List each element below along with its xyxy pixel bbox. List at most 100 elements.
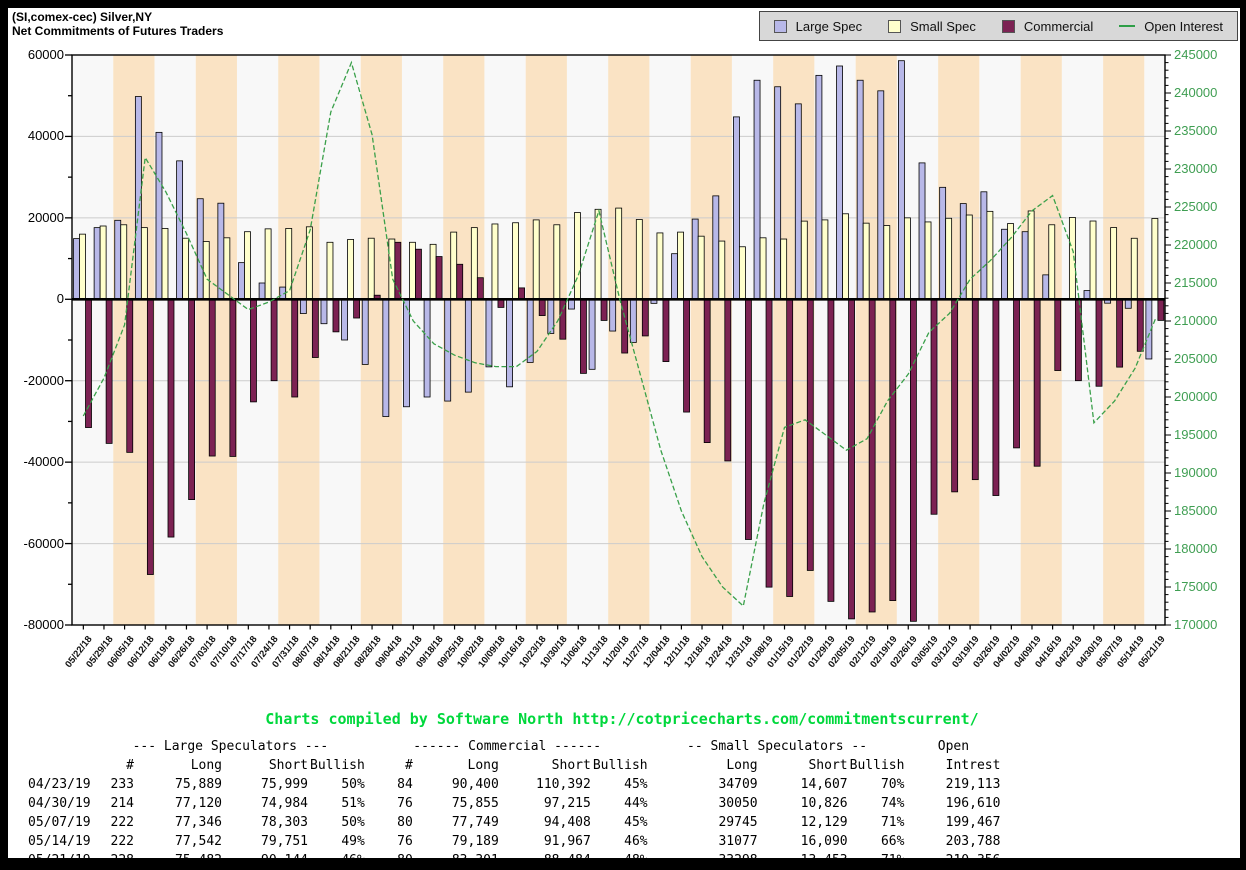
bar-commercial: [476, 277, 484, 300]
left-axis-label: -60000: [23, 535, 64, 551]
right-axis-label: 220000: [1174, 237, 1218, 252]
table-cell: ------ Commercial ------: [413, 739, 602, 754]
bar-commercial: [971, 298, 979, 481]
left-axis-label: 0: [56, 291, 64, 307]
bar-small-spec: [800, 220, 808, 300]
table-cell: 44%: [624, 796, 648, 811]
table-cell: 110,392: [536, 777, 591, 792]
bar-commercial: [1033, 298, 1041, 467]
bar-commercial: [703, 298, 711, 443]
table-cell: 97,215: [543, 796, 591, 811]
right-axis-label: 185000: [1174, 503, 1218, 518]
bar-commercial: [662, 298, 670, 362]
table-cell: 31077: [718, 834, 758, 849]
table-cell: Intrest: [945, 758, 1001, 773]
table-cell: Short: [808, 758, 848, 773]
table-cell: 05/21/19: [28, 853, 91, 868]
bar-large-spec: [939, 186, 947, 300]
bar-commercial: [1013, 298, 1020, 449]
bar-commercial: [786, 298, 794, 597]
left-axis-label: -40000: [23, 454, 64, 470]
bar-commercial: [146, 298, 154, 575]
bar-small-spec: [842, 213, 849, 300]
bar-large-spec: [1021, 231, 1029, 300]
table-row: 05/07/19 222 77,346 78,303 50% 80 77,749 94,408…: [28, 813, 1002, 832]
right-axis-label: 230000: [1174, 161, 1218, 176]
table-cell: 90,144: [261, 853, 308, 868]
table-cell: 88,484: [543, 853, 591, 868]
bar-small-spec: [120, 224, 128, 300]
table-cell: 222: [110, 834, 134, 849]
bar-small-spec: [594, 208, 602, 300]
table-cell: 91,967: [543, 834, 591, 849]
table-cell: 50%: [341, 777, 365, 792]
compiled-by-annotation: Charts compiled by Software North http:/…: [265, 710, 979, 728]
chart-svg: [65, 54, 1171, 630]
table-cell: [28, 737, 96, 756]
bar-small-spec: [697, 235, 705, 300]
table-cell: 14,607: [800, 777, 848, 792]
table-cell: 12,129: [800, 815, 848, 830]
bar-large-spec: [691, 218, 699, 300]
bar-commercial: [641, 298, 649, 337]
bar-commercial: [765, 298, 773, 588]
table-cell: 70%: [880, 777, 905, 792]
table-cell: 75,889: [175, 777, 222, 792]
bar-commercial: [580, 298, 587, 374]
bar-large-spec: [93, 227, 101, 300]
table-cell: Bullish: [849, 758, 905, 773]
bar-small-spec: [677, 231, 684, 300]
table-cell: Open: [937, 739, 970, 754]
table-cell: Short: [551, 758, 591, 773]
right-axis-label: 180000: [1174, 541, 1218, 556]
table-cell: #: [126, 758, 134, 773]
bar-commercial: [848, 298, 855, 620]
bar-large-spec: [423, 298, 431, 398]
table-cell: 46%: [624, 834, 648, 849]
bar-small-spec: [202, 241, 210, 300]
bar-commercial: [208, 298, 216, 457]
table-cell: Bullish: [592, 758, 648, 773]
right-axis-label: 240000: [1174, 85, 1218, 100]
bar-small-spec: [904, 217, 911, 300]
bar-commercial: [415, 248, 422, 300]
right-axis-label: 195000: [1174, 427, 1218, 442]
table-cell: 210,356: [945, 853, 1001, 868]
right-axis-label: 245000: [1174, 47, 1218, 62]
table-cell: 76: [397, 834, 413, 849]
table-cell: 77,749: [451, 815, 499, 830]
table-cell: 29745: [718, 815, 758, 830]
table-cell: 79,189: [451, 834, 499, 849]
left-axis-label: 40000: [27, 128, 64, 144]
background-stripe: [608, 55, 650, 625]
table-cell: 84: [397, 777, 413, 792]
bar-large-spec: [1124, 298, 1132, 309]
right-axis-label: 225000: [1174, 199, 1218, 214]
bar-small-spec: [244, 231, 251, 300]
bar-small-spec: [1089, 220, 1097, 300]
bar-commercial: [600, 298, 608, 321]
table-cell: 05/14/19: [28, 834, 91, 849]
bar-large-spec: [320, 298, 328, 325]
table-cell: 04/23/19: [28, 777, 91, 792]
right-axis-label: 215000: [1174, 275, 1218, 290]
table-cell: 50%: [341, 815, 365, 830]
table-row: 05/14/19 222 77,542 79,751 49% 76 79,189 91,967…: [28, 832, 1002, 851]
bar-small-spec: [945, 217, 953, 300]
bar-large-spec: [361, 298, 369, 365]
table-cell: 16,090: [800, 834, 848, 849]
table-cell: 71%: [880, 853, 905, 868]
bar-small-spec: [965, 214, 973, 300]
table-cell: 45%: [624, 815, 648, 830]
bar-small-spec: [1151, 218, 1159, 300]
right-axis-label: 235000: [1174, 123, 1218, 138]
table-cell: 77,346: [175, 815, 222, 830]
bar-large-spec: [980, 191, 988, 300]
table-cell: 203,788: [945, 834, 1001, 849]
table-cell: 45%: [624, 777, 648, 792]
bar-small-spec: [429, 243, 437, 300]
table-cell: 13,453: [800, 853, 848, 868]
table-cell: 77,120: [175, 796, 222, 811]
bar-commercial: [518, 287, 525, 300]
table-cell: 94,408: [543, 815, 591, 830]
